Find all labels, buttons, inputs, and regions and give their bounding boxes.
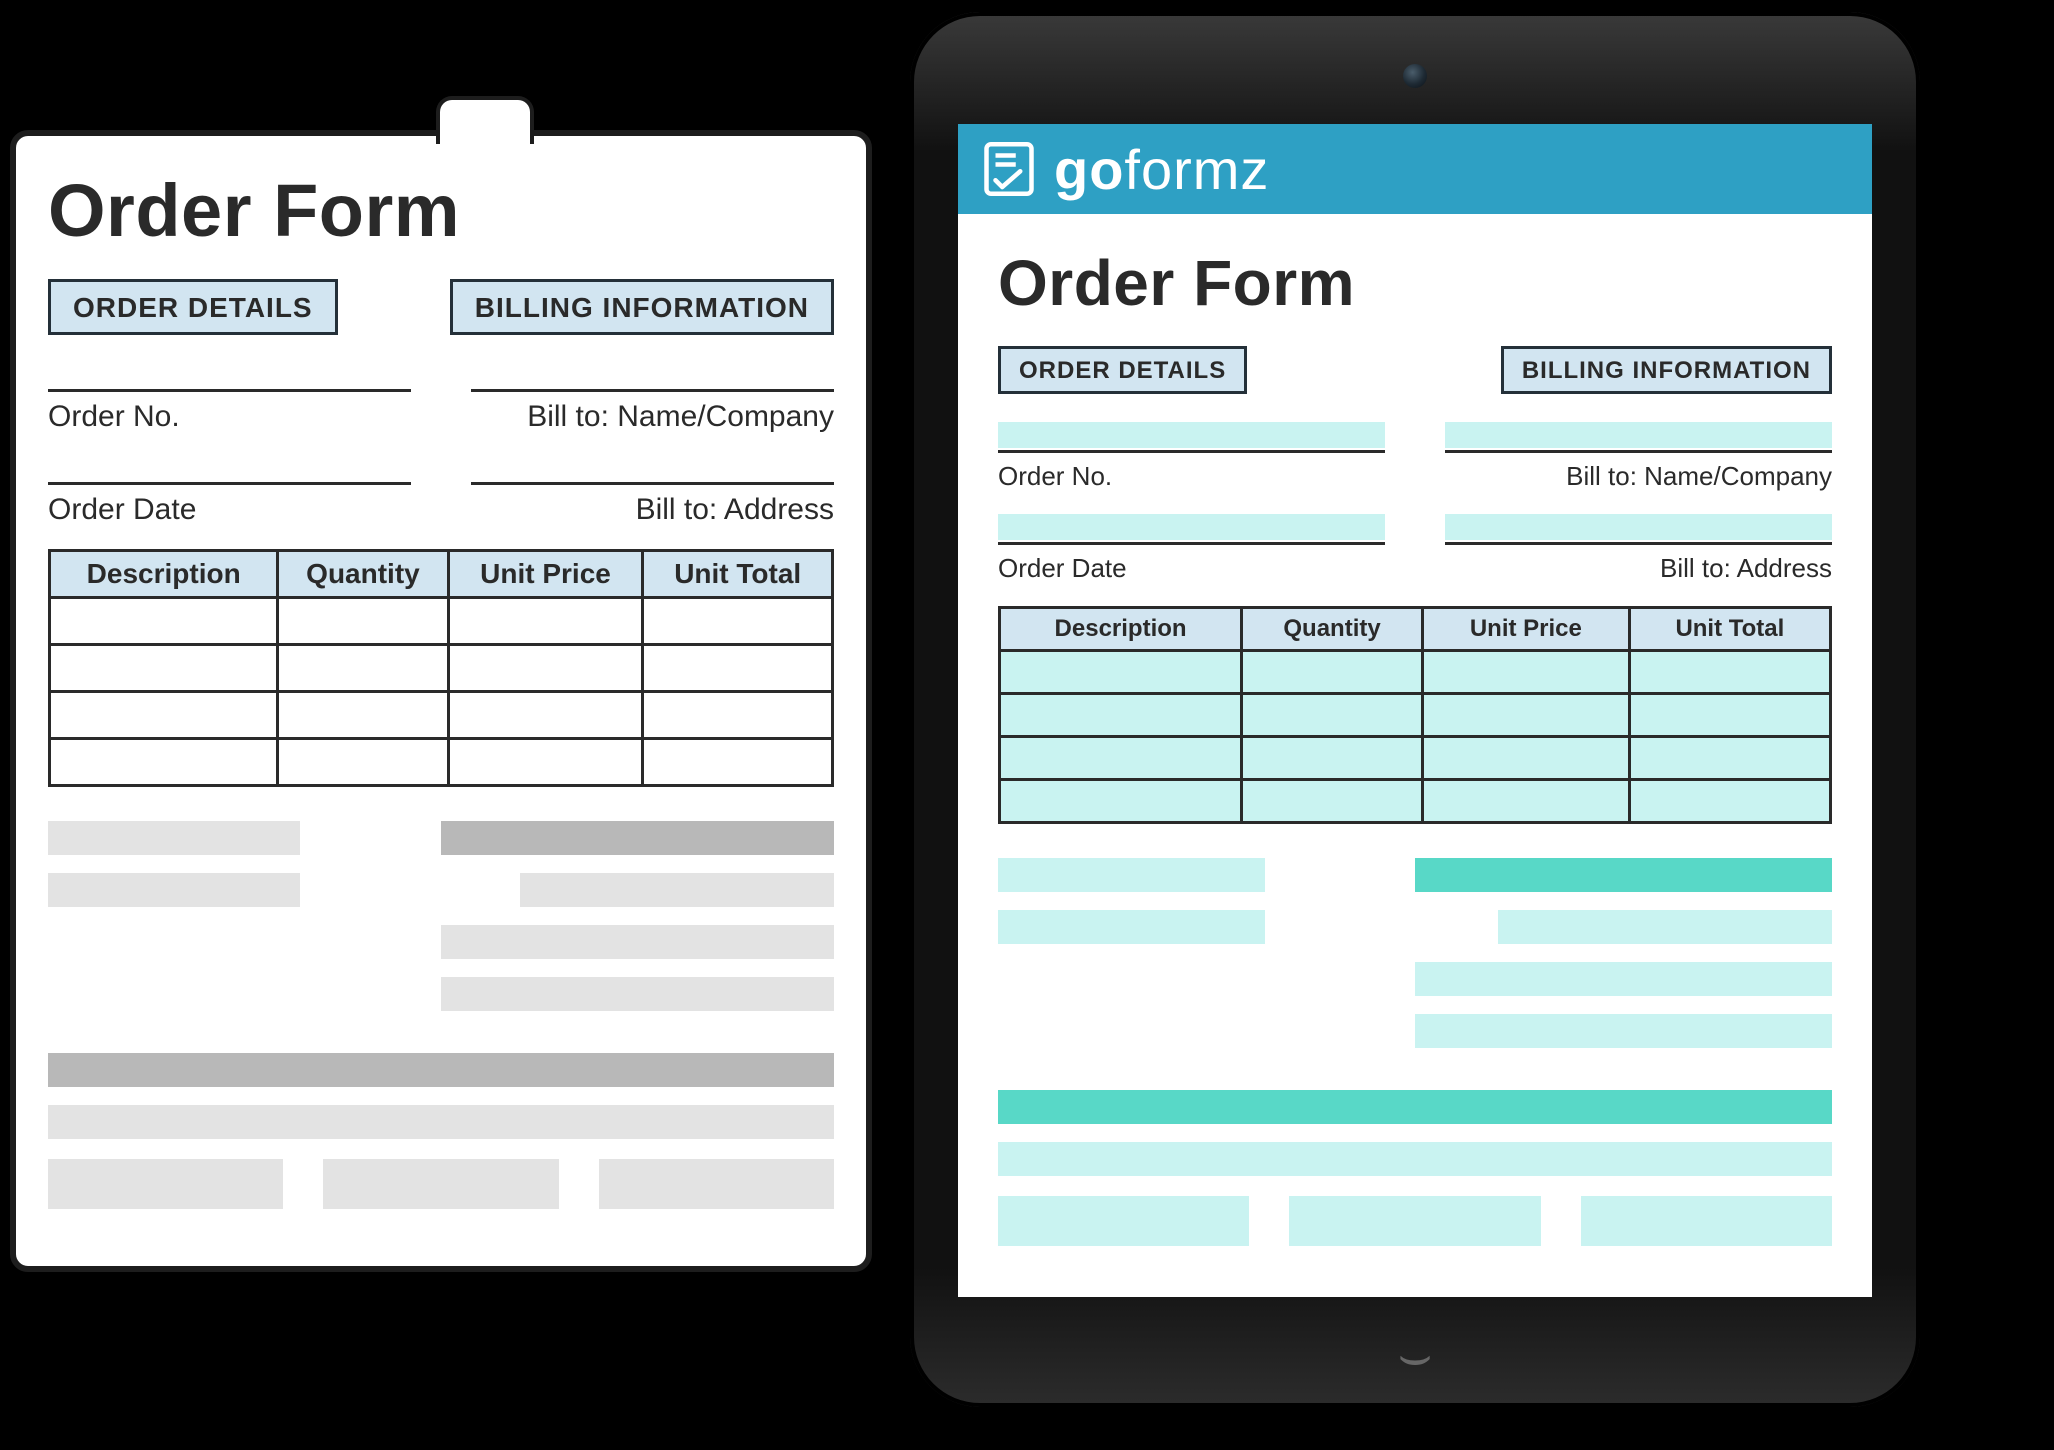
- digital-form-screen: goformz Order Form ORDER DETAILS BILLING…: [958, 124, 1872, 1297]
- line-items-table: Description Quantity Unit Price Unit Tot…: [48, 549, 834, 787]
- tablet-device: goformz Order Form ORDER DETAILS BILLING…: [910, 12, 1920, 1407]
- field-bill-to-address[interactable]: Bill to: Address: [1445, 514, 1832, 584]
- col-quantity: Quantity: [278, 551, 448, 598]
- field-order-date[interactable]: Order Date: [998, 514, 1385, 584]
- table-row[interactable]: [1000, 737, 1831, 780]
- field-order-date: Order Date: [48, 456, 411, 527]
- placeholder-blocks: [48, 821, 834, 1209]
- table-row[interactable]: [1000, 780, 1831, 823]
- field-order-no[interactable]: Order No.: [998, 422, 1385, 492]
- table-row: [50, 692, 833, 739]
- home-button-icon[interactable]: ⌣: [1375, 1323, 1455, 1387]
- col-unit-total: Unit Total: [643, 551, 833, 598]
- line-items-table[interactable]: Description Quantity Unit Price Unit Tot…: [998, 606, 1832, 824]
- field-bill-to-address: Bill to: Address: [471, 456, 834, 527]
- col-description: Description: [50, 551, 278, 598]
- field-bill-to-name[interactable]: Bill to: Name/Company: [1445, 422, 1832, 492]
- clipboard-clip: [436, 96, 534, 144]
- field-order-no: Order No.: [48, 363, 411, 434]
- section-tags: ORDER DETAILS BILLING INFORMATION: [48, 279, 834, 335]
- field-bill-to-name: Bill to: Name/Company: [471, 363, 834, 434]
- section-tags: ORDER DETAILS BILLING INFORMATION: [998, 346, 1832, 394]
- camera-icon: [1403, 64, 1427, 88]
- illustration-paper-vs-digital: Order Form ORDER DETAILS BILLING INFORMA…: [0, 0, 2054, 1450]
- col-quantity: Quantity: [1242, 608, 1423, 651]
- field-label: Order Date: [48, 493, 411, 527]
- table-row[interactable]: [1000, 694, 1831, 737]
- app-brand-bar: goformz: [958, 124, 1872, 214]
- field-label: Order Date: [998, 553, 1385, 584]
- form-title: Order Form: [998, 246, 1832, 320]
- order-details-tag: ORDER DETAILS: [998, 346, 1247, 394]
- field-label: Bill to: Address: [471, 493, 834, 527]
- placeholder-blocks: [998, 858, 1832, 1246]
- col-unit-price: Unit Price: [448, 551, 643, 598]
- field-label: Bill to: Address: [1445, 553, 1832, 584]
- table-row: [50, 645, 833, 692]
- form-title: Order Form: [48, 168, 834, 253]
- billing-info-tag: BILLING INFORMATION: [1501, 346, 1832, 394]
- goformz-logo-icon: [982, 142, 1036, 196]
- col-description: Description: [1000, 608, 1242, 651]
- col-unit-price: Unit Price: [1422, 608, 1629, 651]
- order-details-tag: ORDER DETAILS: [48, 279, 338, 335]
- table-row: [50, 598, 833, 645]
- field-label: Bill to: Name/Company: [471, 400, 834, 434]
- table-row: [50, 739, 833, 786]
- field-label: Bill to: Name/Company: [1445, 461, 1832, 492]
- table-row[interactable]: [1000, 651, 1831, 694]
- paper-form: Order Form ORDER DETAILS BILLING INFORMA…: [10, 130, 872, 1272]
- billing-info-tag: BILLING INFORMATION: [450, 279, 834, 335]
- field-label: Order No.: [48, 400, 411, 434]
- field-label: Order No.: [998, 461, 1385, 492]
- col-unit-total: Unit Total: [1629, 608, 1830, 651]
- brand-wordmark: goformz: [1054, 137, 1269, 202]
